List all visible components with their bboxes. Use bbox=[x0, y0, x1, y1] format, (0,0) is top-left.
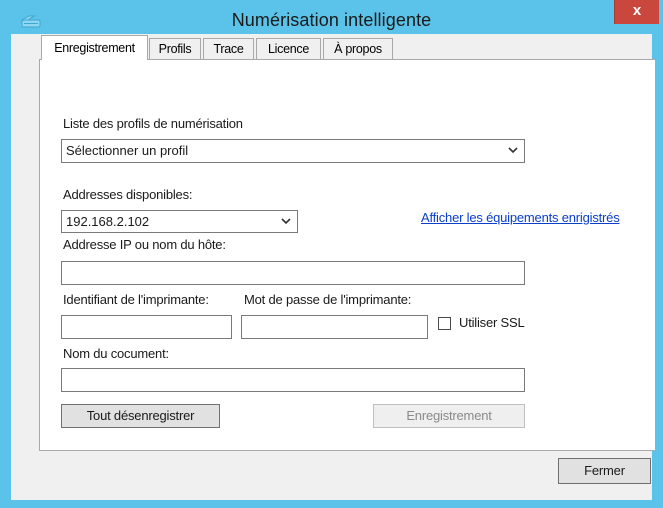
addresses-dropdown[interactable]: 192.168.2.102 bbox=[61, 210, 298, 233]
close-window-button[interactable]: x bbox=[614, 0, 659, 24]
tab-a-propos[interactable]: À propos bbox=[323, 38, 393, 59]
tab-profils[interactable]: Profils bbox=[149, 38, 201, 59]
title-bar[interactable]: Numérisation intelligente x bbox=[0, 0, 663, 34]
tab-trace[interactable]: Trace bbox=[203, 38, 254, 59]
register-button[interactable]: Enregistrement bbox=[373, 404, 525, 428]
host-label: Addresse IP ou nom du hôte: bbox=[63, 237, 226, 252]
unregister-all-button[interactable]: Tout désenregistrer bbox=[61, 404, 220, 428]
ssl-label: Utiliser SSL bbox=[459, 315, 525, 330]
printer-id-input[interactable] bbox=[61, 315, 232, 339]
profiles-label: Liste des profils de numérisation bbox=[63, 116, 243, 131]
tab-licence[interactable]: Licence bbox=[256, 38, 321, 59]
ssl-checkbox[interactable] bbox=[438, 317, 451, 330]
profiles-dropdown[interactable]: Sélectionner un profil bbox=[61, 139, 525, 163]
printer-password-input[interactable] bbox=[241, 315, 428, 339]
tab-enregistrement[interactable]: Enregistrement bbox=[41, 35, 148, 60]
document-input[interactable] bbox=[61, 368, 525, 392]
addresses-selected-value: 192.168.2.102 bbox=[66, 214, 150, 229]
addresses-label: Addresses disponibles: bbox=[63, 187, 193, 202]
window-title: Numérisation intelligente bbox=[231, 10, 432, 30]
close-button[interactable]: Fermer bbox=[558, 458, 651, 484]
chevron-down-icon bbox=[281, 218, 291, 225]
document-label: Nom du cocument: bbox=[63, 346, 169, 361]
printer-id-label: Identifiant de l'imprimante: bbox=[63, 292, 209, 307]
printer-password-label: Mot de passe de l'imprimante: bbox=[244, 292, 412, 307]
show-registered-devices-link[interactable]: Afficher les équipements enrigistrés bbox=[421, 210, 620, 225]
app-window: Numérisation intelligente x Enregistreme… bbox=[0, 0, 663, 508]
host-input[interactable] bbox=[61, 261, 525, 285]
profiles-selected-value: Sélectionner un profil bbox=[66, 143, 189, 158]
chevron-down-icon bbox=[508, 147, 518, 154]
